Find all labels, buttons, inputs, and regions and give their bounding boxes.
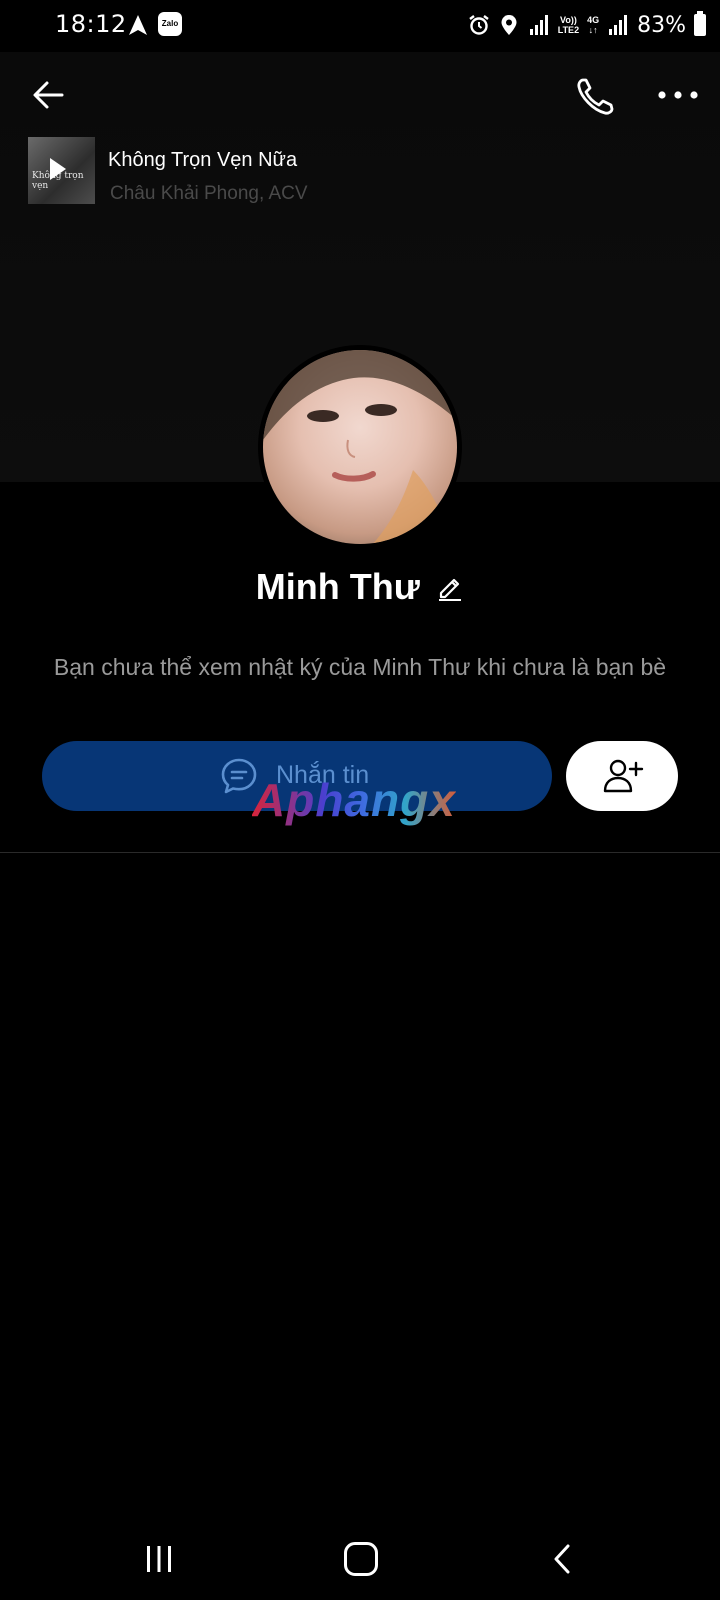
data-arrows-icon: ↓↑ bbox=[588, 25, 598, 35]
music-artist: Châu Khải Phong, ACV bbox=[110, 183, 308, 204]
add-user-icon bbox=[603, 759, 644, 793]
diary-notice: Bạn chưa thể xem nhật ký của Minh Thư kh… bbox=[53, 654, 667, 680]
more-button[interactable] bbox=[656, 80, 700, 110]
avatar[interactable] bbox=[258, 345, 462, 549]
system-back-button[interactable] bbox=[552, 1544, 572, 1574]
location-icon bbox=[501, 15, 517, 35]
lte-label: LTE2 bbox=[557, 25, 580, 35]
back-button[interactable] bbox=[28, 75, 68, 115]
signal-icon bbox=[529, 15, 548, 35]
watermark: Aphangx bbox=[252, 774, 456, 826]
battery-percent: 83% bbox=[637, 12, 686, 38]
face-illustration bbox=[263, 350, 457, 544]
recent-apps-button[interactable] bbox=[144, 1544, 174, 1574]
network-label: 4G bbox=[587, 15, 600, 25]
music-thumbnail[interactable]: Không trọn vẹn bbox=[28, 137, 95, 204]
battery-icon bbox=[694, 11, 706, 36]
profile-music[interactable]: Không trọn vẹn Không Trọn Vẹn Nữa Châu K… bbox=[28, 137, 528, 207]
profile-name: Minh Thư bbox=[255, 566, 420, 607]
network-type: 4G ↓↑ bbox=[587, 15, 599, 35]
system-navigation-bar bbox=[0, 1520, 720, 1600]
add-friend-button[interactable] bbox=[566, 741, 678, 811]
divider bbox=[0, 852, 720, 853]
avatar-photo bbox=[263, 350, 457, 544]
call-button[interactable] bbox=[574, 75, 618, 117]
status-bar: 18:12 Zalo Vo)) LTE2 4G ↓↑ 83% bbox=[0, 0, 720, 52]
play-icon[interactable] bbox=[50, 158, 66, 180]
zalo-icon: Zalo bbox=[158, 12, 182, 36]
navigation-arrow-icon bbox=[129, 15, 147, 35]
volte-indicator: Vo)) LTE2 bbox=[558, 15, 579, 35]
edit-name-icon[interactable] bbox=[436, 573, 464, 601]
status-time: 18:12 bbox=[55, 10, 127, 38]
profile-screen: 18:12 Zalo Vo)) LTE2 4G ↓↑ 83% Không trọ… bbox=[0, 0, 720, 1600]
music-title: Không Trọn Vẹn Nữa bbox=[108, 149, 298, 171]
volte-label: Vo)) bbox=[559, 15, 577, 25]
home-button[interactable] bbox=[344, 1542, 378, 1576]
status-icons: Vo)) LTE2 4G ↓↑ 83% bbox=[468, 10, 706, 40]
name-row: Minh Thư bbox=[0, 566, 720, 608]
alarm-icon bbox=[469, 15, 489, 35]
signal-icon-2 bbox=[609, 15, 628, 35]
